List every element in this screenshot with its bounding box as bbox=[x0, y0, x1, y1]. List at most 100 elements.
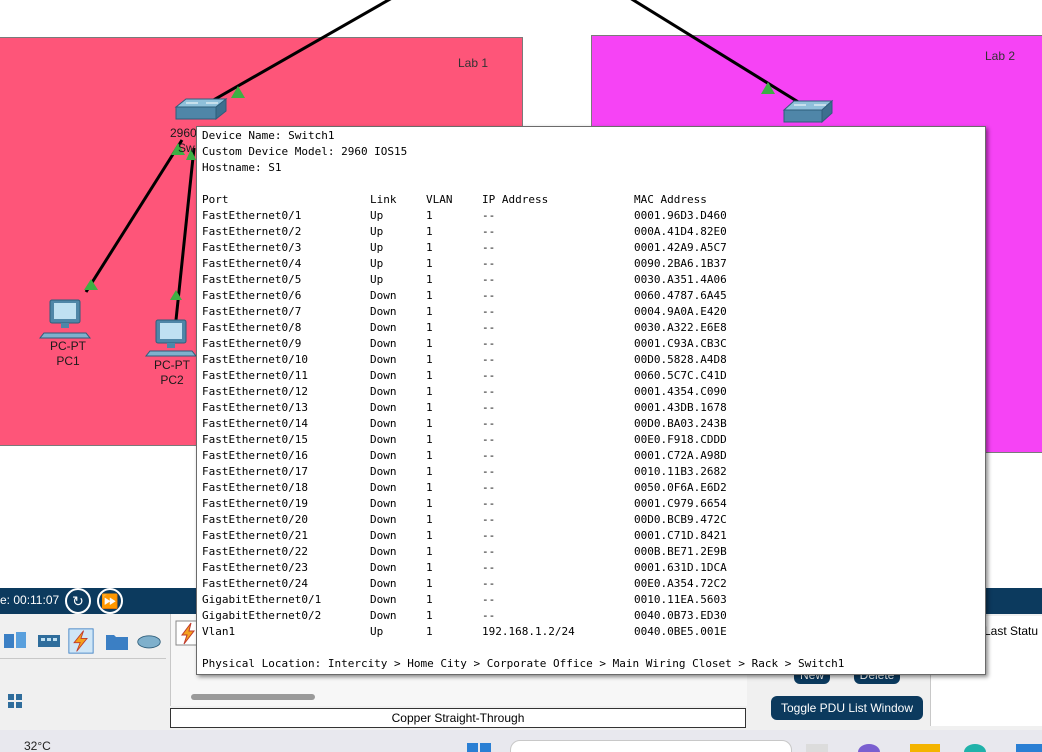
vlan-id: 1 bbox=[426, 225, 433, 238]
port-name: FastEthernet0/6 bbox=[202, 289, 302, 302]
cable-switch1-pc2[interactable] bbox=[174, 147, 196, 321]
switch2-icon[interactable] bbox=[782, 99, 834, 124]
pc2-icon[interactable] bbox=[144, 319, 198, 357]
ip-address: -- bbox=[482, 305, 496, 318]
link-status: Down bbox=[370, 353, 397, 366]
mac-address: 0001.43DB.1678 bbox=[634, 401, 727, 414]
uplink-cable-switch2[interactable] bbox=[630, 0, 809, 110]
port-name: Vlan1 bbox=[202, 625, 236, 638]
link-status: Down bbox=[370, 449, 397, 462]
mac-address: 0090.2BA6.1B37 bbox=[634, 257, 727, 270]
toggle-pdu-list-button[interactable]: Toggle PDU List Window bbox=[771, 696, 923, 720]
uplink-cable-switch1[interactable] bbox=[195, 0, 392, 112]
vlan-id: 1 bbox=[426, 529, 433, 542]
port-table-row: FastEthernet0/20 Down 1 -- 00D0.BCB9.472C bbox=[202, 512, 982, 528]
ip-address: -- bbox=[482, 497, 496, 510]
reset-time-icon[interactable]: ↻ bbox=[65, 588, 91, 614]
last-status-header: Last Statu bbox=[984, 624, 1039, 638]
hostname-line: Hostname: S1 bbox=[202, 161, 282, 174]
mac-address: 000B.BE71.2E9B bbox=[634, 545, 727, 558]
selected-cable-label: Copper Straight-Through bbox=[170, 708, 746, 728]
ip-address: -- bbox=[482, 321, 496, 334]
ip-address: -- bbox=[482, 401, 496, 414]
mac-address: 0010.11B3.2682 bbox=[634, 465, 727, 478]
ip-address: -- bbox=[482, 481, 496, 494]
mac-address: 0004.9A0A.E420 bbox=[634, 305, 727, 318]
port-table-row: FastEthernet0/2 Up 1 -- 000A.41D4.82E0 bbox=[202, 224, 982, 240]
cloud-icon[interactable] bbox=[136, 628, 162, 654]
vlan-id: 1 bbox=[426, 353, 433, 366]
device-name-line: Device Name: Switch1 bbox=[202, 129, 335, 142]
ip-address: -- bbox=[482, 385, 496, 398]
taskbar-app-icon[interactable] bbox=[858, 744, 880, 752]
file-explorer-icon[interactable] bbox=[910, 744, 940, 752]
mac-address: 0060.4787.6A45 bbox=[634, 289, 727, 302]
horizontal-scrollbar[interactable] bbox=[191, 694, 315, 700]
link-status: Down bbox=[370, 577, 397, 590]
port-name: FastEthernet0/21 bbox=[202, 529, 308, 542]
port-name: FastEthernet0/8 bbox=[202, 321, 302, 334]
mac-address: 00E0.A354.72C2 bbox=[634, 577, 727, 590]
port-name: FastEthernet0/22 bbox=[202, 545, 308, 558]
port-name: FastEthernet0/2 bbox=[202, 225, 302, 238]
ip-address: -- bbox=[482, 257, 496, 270]
port-table-row: FastEthernet0/5 Up 1 -- 0030.A351.4A06 bbox=[202, 272, 982, 288]
vlan-id: 1 bbox=[426, 593, 433, 606]
port-table-row: FastEthernet0/24 Down 1 -- 00E0.A354.72C2 bbox=[202, 576, 982, 592]
taskbar-app-icon[interactable] bbox=[806, 744, 828, 752]
ip-address: -- bbox=[482, 609, 496, 622]
port-table-row: FastEthernet0/11 Down 1 -- 0060.5C7C.C41D bbox=[202, 368, 982, 384]
vlan-id: 1 bbox=[426, 417, 433, 430]
mac-address: 0001.C71D.8421 bbox=[634, 529, 727, 542]
port-table-row: FastEthernet0/1 Up 1 -- 0001.96D3.D460 bbox=[202, 208, 982, 224]
link-status: Down bbox=[370, 609, 397, 622]
grid-icon[interactable] bbox=[2, 688, 28, 714]
folder-icon[interactable] bbox=[104, 628, 130, 654]
mac-address: 0010.11EA.5603 bbox=[634, 593, 727, 606]
time-display: e: 00:11:07 bbox=[0, 593, 60, 607]
link-status: Down bbox=[370, 289, 397, 302]
ip-address: -- bbox=[482, 273, 496, 286]
link-status: Down bbox=[370, 369, 397, 382]
port-name: FastEthernet0/7 bbox=[202, 305, 302, 318]
device-model-line: Custom Device Model: 2960 IOS15 bbox=[202, 145, 408, 158]
start-icon[interactable] bbox=[466, 742, 492, 752]
port-name: FastEthernet0/24 bbox=[202, 577, 308, 590]
ip-address: -- bbox=[482, 561, 496, 574]
port-header: Port bbox=[202, 193, 229, 206]
link-status: Down bbox=[370, 465, 397, 478]
vlan-id: 1 bbox=[426, 513, 433, 526]
switch1-name-label: Sw bbox=[178, 141, 195, 155]
link-status: Down bbox=[370, 401, 397, 414]
connections-category-icon[interactable] bbox=[2, 628, 28, 654]
physical-location-line: Physical Location: Intercity > Home City… bbox=[202, 657, 845, 670]
link-status: Down bbox=[370, 385, 397, 398]
cable-switch1-pc1[interactable] bbox=[84, 139, 184, 293]
link-status: Up bbox=[370, 257, 384, 270]
taskbar-app-icon[interactable] bbox=[964, 744, 986, 752]
vlan-id: 1 bbox=[426, 305, 433, 318]
switch1-icon[interactable] bbox=[174, 97, 228, 121]
ip-address: -- bbox=[482, 529, 496, 542]
pc1-icon[interactable] bbox=[38, 299, 92, 339]
link-status: Down bbox=[370, 593, 397, 606]
port-table-row: GigabitEthernet0/2 Down 1 -- 0040.0B73.ED30 bbox=[202, 608, 982, 624]
search-bar[interactable] bbox=[510, 740, 792, 752]
mac-address: 0001.631D.1DCA bbox=[634, 561, 727, 574]
vlan-id: 1 bbox=[426, 609, 433, 622]
lightning-cable-icon[interactable] bbox=[68, 628, 94, 654]
pc2-model-label: PC-PT bbox=[154, 358, 190, 372]
port-table-row: FastEthernet0/23 Down 1 -- 0001.631D.1DCA bbox=[202, 560, 982, 576]
taskbar-app-icon[interactable] bbox=[1016, 744, 1042, 752]
mac-address: 0040.0BE5.001E bbox=[634, 625, 727, 638]
port-name: FastEthernet0/13 bbox=[202, 401, 308, 414]
port-table-row: FastEthernet0/8 Down 1 -- 0030.A322.E6E8 bbox=[202, 320, 982, 336]
link-status: Down bbox=[370, 529, 397, 542]
weather-temperature[interactable]: 32°C bbox=[24, 739, 51, 752]
ip-address: -- bbox=[482, 577, 496, 590]
fast-forward-icon[interactable]: ⏩ bbox=[97, 588, 123, 614]
port-table-row: FastEthernet0/9 Down 1 -- 0001.C93A.CB3C bbox=[202, 336, 982, 352]
mac-address: 000A.41D4.82E0 bbox=[634, 225, 727, 238]
switch-category-icon[interactable] bbox=[36, 628, 62, 654]
ip-address: -- bbox=[482, 513, 496, 526]
